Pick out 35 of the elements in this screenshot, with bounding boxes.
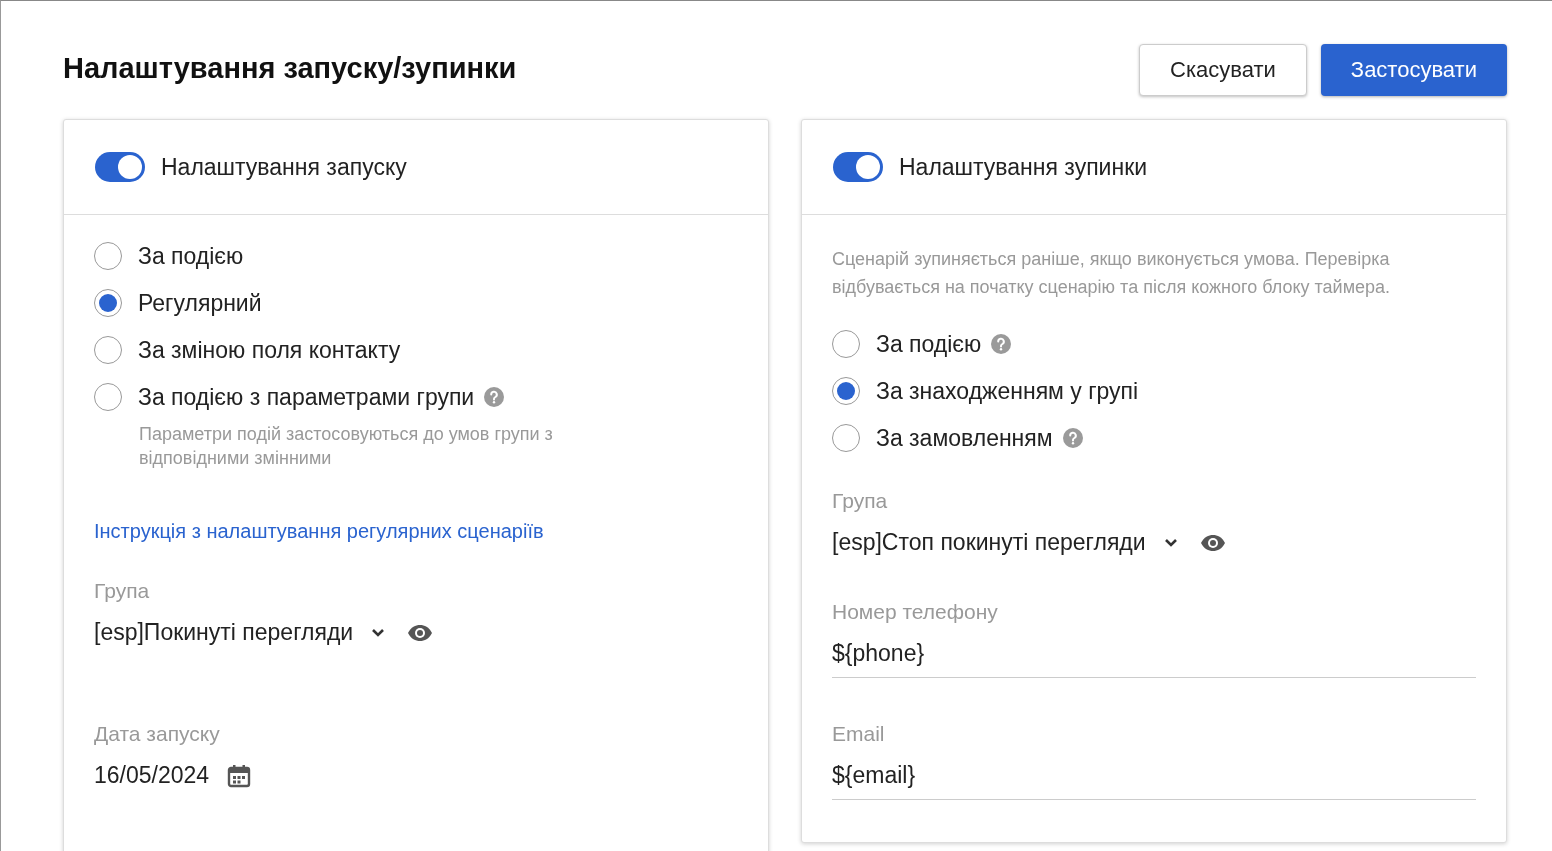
input-field[interactable]: ${phone} [832, 640, 1476, 678]
help-icon[interactable] [1062, 428, 1083, 448]
option-label: За подією [876, 330, 982, 358]
field-label: Номер телефону [832, 600, 999, 624]
option-label: За знаходженням у групі [876, 377, 1139, 405]
input-field[interactable]: ${email} [832, 762, 1476, 800]
help-icon[interactable] [484, 387, 505, 407]
caret-icon[interactable] [1163, 537, 1178, 548]
field-label: Група [94, 579, 151, 603]
field-label: Email [832, 722, 886, 746]
page-title: Налаштування запуску/зупинки [63, 51, 517, 85]
field-label: Група [832, 489, 889, 513]
action-button[interactable]: Скасувати [1139, 44, 1307, 96]
help-icon[interactable] [991, 334, 1012, 354]
toggle-switch[interactable] [95, 152, 145, 182]
option-label: За подією з параметрами групи [138, 383, 475, 411]
description-text: Сценарій зупиняється раніше, якщо виконується умова. Перевірка відбувається на початку сценарію та після кожного блоку таймера. [832, 248, 1392, 299]
action-button[interactable]: Застосувати [1320, 44, 1507, 96]
eye-icon[interactable] [1199, 533, 1226, 552]
date-field[interactable]: 16/05/2024 [94, 762, 210, 789]
option-label: За замовленням [876, 424, 1053, 452]
toggle-switch[interactable] [833, 152, 883, 182]
option-label: За зміною поля контакту [138, 336, 401, 364]
group-select[interactable]: [esp]Стоп покинуті перегляди [832, 529, 1146, 556]
instructions-link[interactable]: Інструкція з налаштування регулярних сценаріїв [94, 520, 544, 543]
option-note: Параметри подій застосовуються до умов групи з відповідними змінними [139, 423, 554, 470]
eye-icon[interactable] [407, 623, 434, 642]
option-label: Регулярний [138, 289, 262, 317]
toggle-label: Налаштування запуску [161, 153, 407, 181]
calendar-icon[interactable] [227, 763, 252, 788]
field-label: Дата запуску [94, 722, 221, 746]
option-label: За подією [138, 242, 244, 270]
caret-icon[interactable] [371, 627, 386, 638]
toggle-label: Налаштування зупинки [899, 153, 1148, 181]
group-select[interactable]: [esp]Покинуті перегляди [94, 619, 354, 646]
